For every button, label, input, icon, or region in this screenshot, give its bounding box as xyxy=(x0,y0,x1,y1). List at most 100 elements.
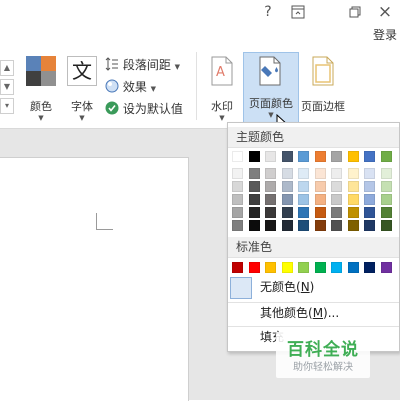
theme-color-shade-swatch[interactable] xyxy=(265,181,276,192)
menu-divider xyxy=(228,326,399,327)
theme-color-swatch[interactable] xyxy=(281,151,293,162)
theme-color-shade-swatch[interactable] xyxy=(248,194,260,205)
theme-color-shade-swatch[interactable] xyxy=(298,207,309,218)
standard-color-swatch[interactable] xyxy=(380,262,392,273)
theme-color-swatch[interactable] xyxy=(380,151,392,162)
theme-color-swatch[interactable] xyxy=(314,151,326,162)
standard-color-swatch[interactable] xyxy=(281,262,293,273)
theme-color-shade-swatch[interactable] xyxy=(281,207,293,218)
standard-color-swatch[interactable] xyxy=(347,262,359,273)
theme-color-shade-swatch[interactable] xyxy=(347,168,359,179)
theme-color-shade-swatch[interactable] xyxy=(232,181,243,192)
set-as-default-button[interactable]: 设为默认值 xyxy=(105,100,183,118)
theme-color-shade-swatch[interactable] xyxy=(380,181,392,192)
paragraph-spacing-label: 段落间距 xyxy=(122,58,171,72)
fonts-label: 字体 xyxy=(71,100,93,113)
theme-color-shade-swatch[interactable] xyxy=(265,207,276,218)
theme-color-shade-swatch[interactable] xyxy=(331,168,342,179)
restore-window-icon[interactable] xyxy=(345,2,365,22)
theme-color-shade-swatch[interactable] xyxy=(380,220,392,231)
theme-color-shade-swatch[interactable] xyxy=(298,220,309,231)
theme-color-shade-swatch[interactable] xyxy=(265,168,276,179)
standard-color-swatch[interactable] xyxy=(298,262,309,273)
theme-color-swatch[interactable] xyxy=(248,151,260,162)
more-colors-menu-item[interactable]: 其他颜色(M)... xyxy=(260,303,339,323)
spin-up-icon[interactable]: ▲ xyxy=(0,60,14,76)
theme-color-shade-swatch[interactable] xyxy=(364,207,375,218)
standard-color-swatch[interactable] xyxy=(364,262,375,273)
theme-color-shade-swatch[interactable] xyxy=(331,220,342,231)
paragraph-spacing-button[interactable]: 段落间距 ▼ xyxy=(105,56,180,74)
theme-color-shade-swatch[interactable] xyxy=(314,220,326,231)
theme-color-shade-swatch[interactable] xyxy=(232,207,243,218)
theme-color-shade-swatch[interactable] xyxy=(331,181,342,192)
close-icon[interactable]: × xyxy=(375,2,395,22)
standard-color-swatch[interactable] xyxy=(232,262,243,273)
theme-color-shade-swatch[interactable] xyxy=(248,207,260,218)
page-color-button[interactable]: 页面颜色 ▼ xyxy=(243,52,299,126)
theme-color-shade-swatch[interactable] xyxy=(232,220,243,231)
theme-color-shade-swatch[interactable] xyxy=(281,194,293,205)
colors-button[interactable]: 颜色 ▼ xyxy=(22,54,60,124)
chevron-down-icon: ▼ xyxy=(150,85,157,93)
theme-color-shade-swatch[interactable] xyxy=(364,181,375,192)
standard-color-swatch[interactable] xyxy=(331,262,342,273)
spin-down-icon[interactable]: ▼ xyxy=(0,79,14,95)
theme-color-shade-swatch[interactable] xyxy=(281,181,293,192)
theme-color-shade-swatch[interactable] xyxy=(232,194,243,205)
theme-color-shade-swatch[interactable] xyxy=(281,168,293,179)
watermark-button[interactable]: A 水印 ▼ xyxy=(203,54,241,124)
spin-more-icon[interactable]: ▾ xyxy=(0,98,14,114)
theme-color-shade-swatch[interactable] xyxy=(314,168,326,179)
theme-color-shade-swatch[interactable] xyxy=(314,207,326,218)
watermark-icon: A xyxy=(211,56,233,86)
theme-color-shade-swatch[interactable] xyxy=(298,194,309,205)
theme-color-shade-swatch[interactable] xyxy=(248,181,260,192)
more-colors-label: 其他颜色( xyxy=(260,306,313,320)
theme-color-swatch[interactable] xyxy=(364,151,375,162)
theme-color-swatch[interactable] xyxy=(298,151,309,162)
theme-color-shade-swatch[interactable] xyxy=(380,194,392,205)
standard-color-swatch[interactable] xyxy=(248,262,260,273)
theme-color-shade-swatch[interactable] xyxy=(347,181,359,192)
theme-color-shade-swatch[interactable] xyxy=(298,181,309,192)
colors-label: 颜色 xyxy=(30,100,52,113)
standard-color-swatch[interactable] xyxy=(265,262,276,273)
theme-color-shade-swatch[interactable] xyxy=(265,220,276,231)
theme-color-shade-swatch[interactable] xyxy=(232,168,243,179)
page-color-dropdown: 主题颜色 标准色 无颜色(N) 其他颜色(M)... 填充 xyxy=(227,122,400,352)
theme-color-shade-swatch[interactable] xyxy=(364,168,375,179)
theme-color-swatch[interactable] xyxy=(265,151,276,162)
login-link[interactable]: 登录 xyxy=(373,26,397,43)
theme-color-shade-swatch[interactable] xyxy=(281,220,293,231)
theme-color-shade-swatch[interactable] xyxy=(364,220,375,231)
theme-color-swatch[interactable] xyxy=(331,151,342,162)
chevron-down-icon: ▼ xyxy=(38,114,44,122)
fonts-button[interactable]: 文 字体 ▼ xyxy=(64,54,100,124)
theme-color-shade-swatch[interactable] xyxy=(347,194,359,205)
theme-color-shade-swatch[interactable] xyxy=(314,194,326,205)
document-page[interactable] xyxy=(0,157,189,401)
theme-color-shade-swatch[interactable] xyxy=(314,181,326,192)
page-borders-button[interactable]: 页面边框 xyxy=(298,54,348,124)
theme-color-shade-swatch[interactable] xyxy=(248,220,260,231)
theme-color-shade-swatch[interactable] xyxy=(364,194,375,205)
theme-color-shade-swatch[interactable] xyxy=(331,194,342,205)
effects-button[interactable]: 效果 ▼ xyxy=(105,78,156,96)
no-color-swatch[interactable] xyxy=(230,277,252,299)
theme-color-shade-swatch[interactable] xyxy=(248,168,260,179)
watermark-logo: 百科全说 助你轻松解决 xyxy=(276,332,370,378)
theme-color-swatch[interactable] xyxy=(232,151,243,162)
theme-color-swatch[interactable] xyxy=(347,151,359,162)
theme-color-shade-swatch[interactable] xyxy=(347,207,359,218)
theme-color-shade-swatch[interactable] xyxy=(380,168,392,179)
standard-color-swatch[interactable] xyxy=(314,262,326,273)
no-color-menu-item[interactable]: 无颜色(N) xyxy=(260,277,314,297)
theme-color-shade-swatch[interactable] xyxy=(265,194,276,205)
theme-color-shade-swatch[interactable] xyxy=(380,207,392,218)
theme-color-shade-swatch[interactable] xyxy=(347,220,359,231)
help-icon[interactable]: ? xyxy=(258,2,278,22)
ribbon-display-options-icon[interactable] xyxy=(288,2,308,22)
theme-color-shade-swatch[interactable] xyxy=(331,207,342,218)
theme-color-shade-swatch[interactable] xyxy=(298,168,309,179)
